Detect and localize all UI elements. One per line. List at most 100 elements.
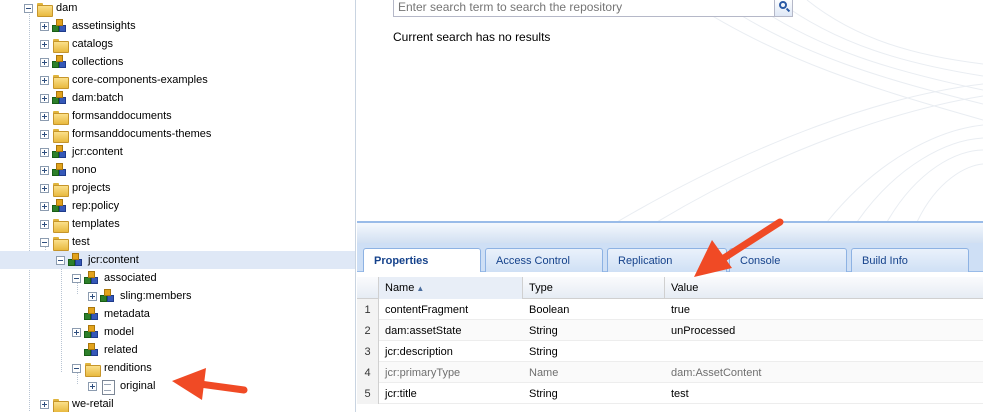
header-type[interactable]: Type	[523, 277, 665, 299]
tab-properties-label: Properties	[374, 255, 429, 267]
expand-icon[interactable]	[40, 57, 49, 67]
tree-node-label: jcr:content	[88, 254, 139, 266]
expand-icon[interactable]	[40, 165, 49, 175]
expand-icon[interactable]	[40, 201, 49, 211]
tab-console-label: Console	[740, 255, 781, 267]
tree-node[interactable]: rep:policy	[40, 197, 119, 215]
expand-icon[interactable]	[40, 183, 49, 193]
tree-node[interactable]: assetinsights	[40, 17, 136, 35]
node-icon	[52, 198, 68, 214]
node-icon	[84, 306, 100, 322]
expand-icon[interactable]	[40, 111, 49, 121]
row-number: 4	[357, 362, 379, 383]
tree-node[interactable]: projects	[40, 179, 111, 197]
expand-icon[interactable]	[40, 93, 49, 103]
expand-icon[interactable]	[40, 147, 49, 157]
tree-node-label: test	[72, 236, 90, 248]
tab-console[interactable]: Console	[729, 248, 847, 272]
tree-node[interactable]: test	[40, 233, 90, 251]
expand-icon[interactable]	[40, 21, 49, 31]
table-row[interactable]: 1 contentFragment Boolean true	[357, 299, 983, 320]
node-icon	[100, 288, 116, 304]
tree-node[interactable]: we-retail	[40, 395, 114, 412]
collapse-icon[interactable]	[24, 3, 33, 13]
expand-icon[interactable]	[72, 327, 81, 337]
header-rownum	[357, 277, 379, 299]
tree-node[interactable]: nono	[40, 161, 96, 179]
tree-node-label: collections	[72, 56, 124, 68]
tree-node[interactable]: formsanddocuments-themes	[40, 125, 211, 143]
tree-node-label: renditions	[104, 362, 152, 374]
tab-strip: Properties Access Control Replication Co…	[357, 243, 983, 273]
header-type-label: Type	[529, 282, 553, 294]
property-name: contentFragment	[385, 304, 469, 316]
row-number: 1	[357, 299, 379, 320]
table-row[interactable]: 5 jcr:title String test	[357, 383, 983, 404]
search-button[interactable]	[775, 0, 793, 17]
tree-node[interactable]: renditions	[72, 359, 152, 377]
tab-properties[interactable]: Properties	[363, 248, 481, 273]
tree-node-label: model	[104, 326, 134, 338]
tree-node-label: related	[104, 344, 138, 356]
tree-node[interactable]: catalogs	[40, 35, 113, 53]
collapse-icon[interactable]	[72, 363, 81, 373]
search-input[interactable]	[393, 0, 775, 17]
tree-node[interactable]: original	[88, 377, 155, 395]
tree-node-label: core-components-examples	[72, 74, 208, 86]
tree-node[interactable]: sling:members	[88, 287, 192, 305]
expand-icon[interactable]	[40, 39, 49, 49]
tree-node[interactable]: dam:batch	[40, 89, 123, 107]
tree-node[interactable]: related	[72, 341, 138, 359]
node-icon	[84, 342, 100, 358]
header-name[interactable]: Name ▲	[379, 277, 523, 299]
folder-icon	[52, 73, 69, 89]
tree-node[interactable]: associated	[72, 269, 157, 287]
repository-tree[interactable]: dam assetinsights catalogs collections core-…	[0, 0, 356, 412]
tab-access-control[interactable]: Access Control	[485, 248, 603, 272]
tab-build-info[interactable]: Build Info	[851, 248, 969, 272]
tree-node-label: catalogs	[72, 38, 113, 50]
expand-icon[interactable]	[40, 129, 49, 139]
tree-node[interactable]: dam	[24, 0, 77, 17]
expand-icon[interactable]	[88, 291, 97, 301]
tree-node-label: templates	[72, 218, 120, 230]
file-icon	[100, 379, 116, 395]
property-name: jcr:title	[385, 388, 417, 400]
folder-icon	[52, 127, 69, 143]
tree-node[interactable]: formsanddocuments	[40, 107, 172, 125]
tree-node[interactable]: collections	[40, 53, 123, 71]
tree-node-label: original	[120, 380, 156, 392]
table-row[interactable]: 2 dam:assetState String unProcessed	[357, 320, 983, 341]
tree-node-label: metadata	[104, 308, 150, 320]
sort-ascending-icon: ▲	[416, 284, 425, 293]
search-status: Current search has no results	[393, 30, 551, 44]
table-row[interactable]: 3 jcr:description String	[357, 341, 983, 362]
tree-node[interactable]: templates	[40, 215, 120, 233]
panel-splitter[interactable]	[357, 222, 983, 243]
tree-node[interactable]: core-components-examples	[40, 71, 208, 89]
expand-icon[interactable]	[40, 399, 49, 409]
table-row[interactable]: 4 jcr:primaryType Name dam:AssetContent	[357, 362, 983, 383]
tree-node-label: nono	[72, 164, 97, 176]
node-icon	[68, 252, 84, 268]
tree-node[interactable]: jcr:content	[0, 251, 355, 269]
collapse-icon[interactable]	[56, 255, 65, 265]
row-number: 2	[357, 320, 379, 341]
collapse-icon[interactable]	[40, 237, 49, 247]
property-type: String	[529, 346, 558, 358]
tree-node-label: formsanddocuments-themes	[72, 128, 212, 140]
expand-icon[interactable]	[40, 75, 49, 85]
collapse-icon[interactable]	[72, 273, 81, 283]
tree-node-label: formsanddocuments	[72, 110, 172, 122]
tree-node[interactable]: metadata	[72, 305, 150, 323]
folder-icon	[52, 397, 69, 412]
expand-icon[interactable]	[40, 219, 49, 229]
node-icon	[52, 18, 68, 34]
tree-node[interactable]: model	[72, 323, 134, 341]
property-type: String	[529, 325, 558, 337]
tree-node[interactable]: jcr:content	[40, 143, 123, 161]
expand-icon[interactable]	[88, 381, 97, 391]
header-value[interactable]: Value	[665, 277, 983, 299]
property-value: true	[671, 304, 690, 316]
tab-replication[interactable]: Replication	[607, 248, 727, 272]
